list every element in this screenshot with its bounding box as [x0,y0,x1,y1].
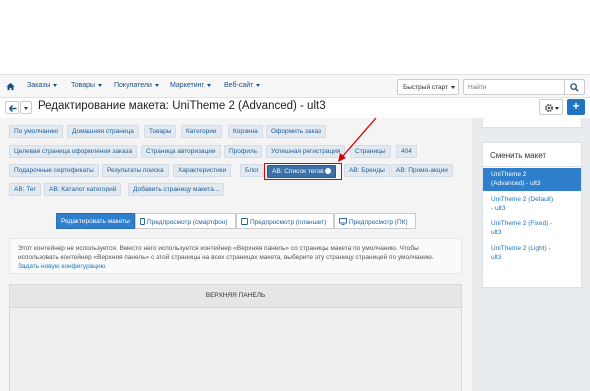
chevron-down-icon [256,83,261,87]
layout-page-tab[interactable]: Товары [144,125,177,138]
search-button[interactable] [565,79,585,95]
set-new-config-link[interactable]: Задать новую конфигурацию [18,262,453,271]
layout-page-tab[interactable]: Домашняя страница [67,125,139,138]
layout-item-active[interactable]: UniTheme 2 (Advanced) - ult3 [483,168,581,191]
change-layout-box [482,142,582,288]
layout-page-tab[interactable]: Страницы [350,145,391,158]
layout-page-tab[interactable]: Оформить заказ [266,125,327,138]
search-input[interactable] [463,79,565,95]
highlight-frame [264,163,342,180]
top-panel-container: ВЕРХНЯЯ ПАНЕЛЬ [9,284,462,308]
desktop-icon [339,218,347,225]
nav-website[interactable]: Веб-сайт [224,82,261,89]
nav-orders[interactable]: Заказы [27,82,58,89]
layout-page-tab[interactable]: AB: Бренды [344,164,390,177]
history-dropdown-button[interactable] [20,101,32,114]
gear-icon [545,104,553,112]
container-notice: Этот контейнер не используется. Вместо н… [9,238,462,274]
edit-layouts-button[interactable]: Редактировать макеты [56,213,135,229]
page-title: Редактирование макета: UniTheme 2 (Advan… [38,100,326,112]
nav-products[interactable]: Товары [71,82,103,89]
chevron-down-icon [207,83,212,87]
layout-item[interactable]: UniTheme 2 (Fixed) - ult3 [483,217,581,239]
home-icon[interactable] [6,82,15,91]
divider [482,166,582,167]
smartphone-icon [140,218,145,225]
layout-page-tab[interactable]: Профиль [224,145,263,158]
layout-item[interactable]: UniTheme 2 (Default) - ult3 [483,193,581,215]
layout-page-tab[interactable]: Категории [181,125,222,138]
tablet-icon [241,218,248,225]
layout-page-tab[interactable]: Целевая страница оформления заказа [9,145,138,158]
layout-page-tab[interactable]: AB: Тег [9,183,41,196]
layout-page-tab[interactable]: Страница авторизации [141,145,221,158]
chevron-down-icon [451,85,456,89]
settings-dropdown-button[interactable] [539,99,563,115]
nav-marketing[interactable]: Маркетинг [170,82,212,89]
chevron-down-icon [98,83,103,87]
layout-page-tab[interactable]: Блог [240,164,265,177]
nav-customers[interactable]: Покупатели [114,82,159,89]
layout-page-tab[interactable]: Результаты поиска [102,164,169,177]
layout-item[interactable]: UniTheme 2 (Light) - ult3 [483,242,581,264]
top-navbar: Заказы Товары Покупатели Маркетинг Веб-с… [0,74,590,98]
layout-page-tab[interactable]: Корзина [228,125,263,138]
layout-page-tab[interactable]: 404 [396,145,417,158]
search-icon [570,83,579,92]
preview-phone-button[interactable]: Предпросмотр (смартфон) [135,213,236,229]
chevron-down-icon [53,83,58,87]
chevron-down-icon [555,107,559,110]
quickstart-dropdown[interactable]: Быстрый старт [397,79,459,95]
add-layout-page-button[interactable]: Добавить страницу макета... [128,183,225,196]
top-panel-body [9,308,462,391]
back-button[interactable] [5,101,19,114]
layout-page-tab[interactable]: AB: Каталог категорий [44,183,122,196]
chevron-down-icon [154,83,159,87]
chevron-down-icon [24,107,28,110]
arrow-left-icon [9,105,17,112]
layout-page-tab[interactable]: AB: Промо-акции [391,164,453,177]
preview-tablet-button[interactable]: Предпросмотр (планшет) [236,213,334,229]
preview-pc-button[interactable]: Предпросмотр (ПК) [334,213,416,229]
layout-page-tab[interactable]: По умолчанию [9,125,63,138]
sidebar-top-box [482,118,582,128]
layout-page-tab[interactable]: Успешная регистрация [266,145,346,158]
sidebar-title: Сменить макет [490,151,547,160]
layout-page-tab[interactable]: Характеристики [173,164,232,177]
add-button[interactable]: + [567,99,585,115]
layout-page-tab[interactable]: Подарочные сертификаты [9,164,99,177]
